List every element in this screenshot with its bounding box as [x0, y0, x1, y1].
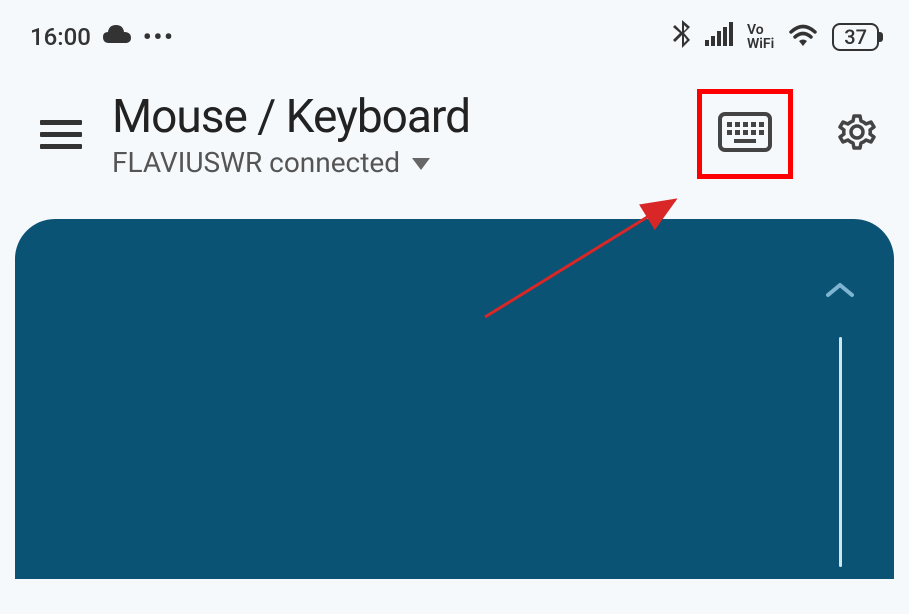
more-icon: •••: [143, 23, 175, 51]
status-time: 16:00: [30, 23, 91, 51]
wifi-icon: [788, 22, 818, 52]
gear-icon: [835, 139, 879, 158]
app-header: Mouse / Keyboard FLAVIUSWR connected: [0, 64, 909, 219]
title-area: Mouse / Keyboard FLAVIUSWR connected: [112, 90, 667, 179]
status-left: 16:00 •••: [30, 23, 175, 51]
battery-indicator: 37: [832, 23, 879, 51]
keyboard-icon: [718, 112, 772, 156]
keyboard-button[interactable]: [697, 89, 793, 179]
connection-dropdown[interactable]: FLAVIUSWR connected: [112, 146, 667, 179]
bluetooth-icon: [673, 20, 691, 54]
signal-icon: [705, 22, 733, 52]
status-right: VoWiFi 37: [673, 20, 879, 54]
scroll-track: [839, 337, 842, 567]
chevron-up-icon: [826, 269, 854, 307]
menu-icon[interactable]: [40, 120, 82, 149]
vowifi-label: VoWiFi: [747, 23, 774, 51]
battery-level: 37: [844, 25, 867, 49]
cloud-icon: [103, 23, 131, 51]
settings-button[interactable]: [835, 110, 879, 158]
chevron-down-icon: [412, 158, 430, 170]
scroll-indicator[interactable]: [826, 269, 854, 567]
status-bar: 16:00 ••• VoWiFi: [0, 0, 909, 64]
touchpad-area[interactable]: [15, 219, 894, 579]
connection-status: FLAVIUSWR connected: [112, 146, 400, 179]
page-title: Mouse / Keyboard: [112, 90, 667, 144]
